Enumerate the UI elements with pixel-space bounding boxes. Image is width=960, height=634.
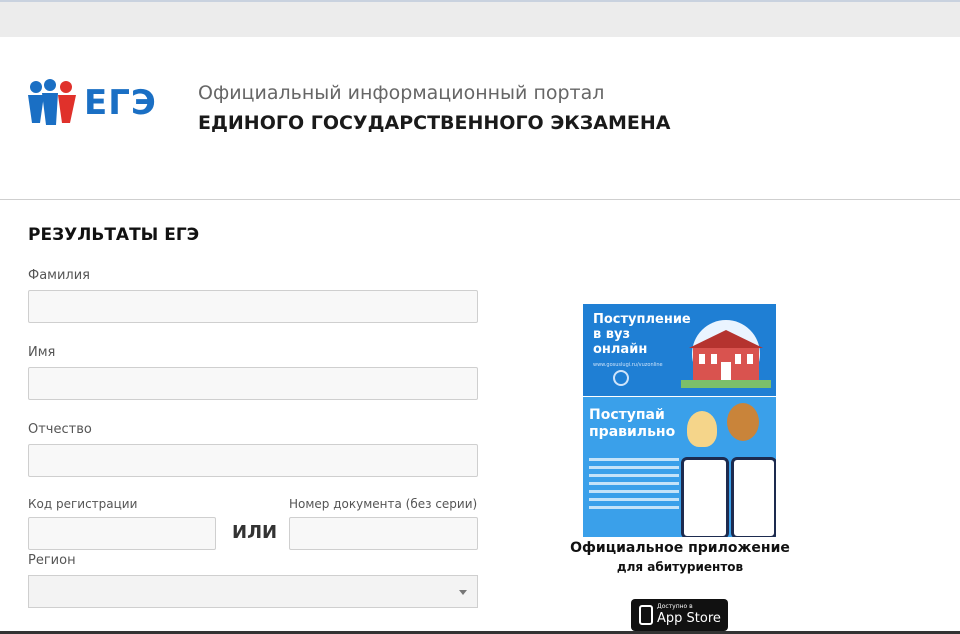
browser-top-bar [0, 0, 960, 37]
promo-banner-postupai[interactable]: Поступай правильно [583, 397, 776, 537]
phone-mockup-right [731, 457, 776, 537]
banner1-title: Поступление в вуз онлайн [593, 312, 691, 357]
last-name-label: Фамилия [28, 268, 90, 283]
last-name-input[interactable] [28, 290, 478, 323]
phone-mockup-left [681, 457, 729, 537]
patronymic-input[interactable] [28, 444, 478, 477]
region-label: Регион [28, 553, 76, 568]
ege-logo[interactable]: ЕГЭ [26, 79, 166, 129]
promo-banner-vuz-online[interactable]: Поступление в вуз онлайн www.gosuslugi.r… [583, 304, 776, 396]
feature-list [589, 453, 679, 514]
portal-title: ЕДИНОГО ГОСУДАРСТВЕННОГО ЭКЗАМЕНА [198, 112, 671, 134]
banner1-url: www.gosuslugi.ru/vuzonline [593, 362, 663, 368]
region-select[interactable] [28, 575, 478, 608]
app-caption: Официальное приложение для абитуриентов [560, 540, 800, 574]
phone-icon [639, 605, 653, 625]
portal-subtitle: Официальный информационный портал [198, 82, 605, 104]
student-girl-illustration [687, 411, 717, 447]
patronymic-label: Отчество [28, 422, 92, 437]
chevron-down-icon [459, 590, 467, 595]
magnifier-icon [613, 370, 629, 386]
reg-code-input[interactable] [28, 517, 216, 550]
first-name-label: Имя [28, 345, 56, 360]
doc-number-input[interactable] [289, 517, 478, 550]
app-caption-subtitle: для абитуриентов [616, 560, 744, 574]
reg-code-label: Код регистрации [28, 497, 138, 511]
student-boy-illustration [727, 403, 759, 441]
page-title: РЕЗУЛЬТАТЫ ЕГЭ [28, 225, 200, 245]
logo-text: ЕГЭ [84, 83, 157, 123]
people-logo-icon [28, 79, 76, 125]
first-name-input[interactable] [28, 367, 478, 400]
or-separator: ИЛИ [232, 522, 278, 543]
site-header: ЕГЭ Официальный информационный портал ЕД… [0, 37, 960, 200]
doc-number-label: Номер документа (без серии) [289, 497, 478, 511]
app-store-label: App Store [657, 611, 721, 626]
app-store-small-text: Доступно в [657, 603, 693, 610]
app-caption-title: Официальное приложение [570, 540, 790, 556]
university-building-icon [681, 320, 771, 388]
app-store-button[interactable]: Доступно в App Store [631, 599, 728, 631]
banner2-title: Поступай правильно [589, 407, 676, 440]
